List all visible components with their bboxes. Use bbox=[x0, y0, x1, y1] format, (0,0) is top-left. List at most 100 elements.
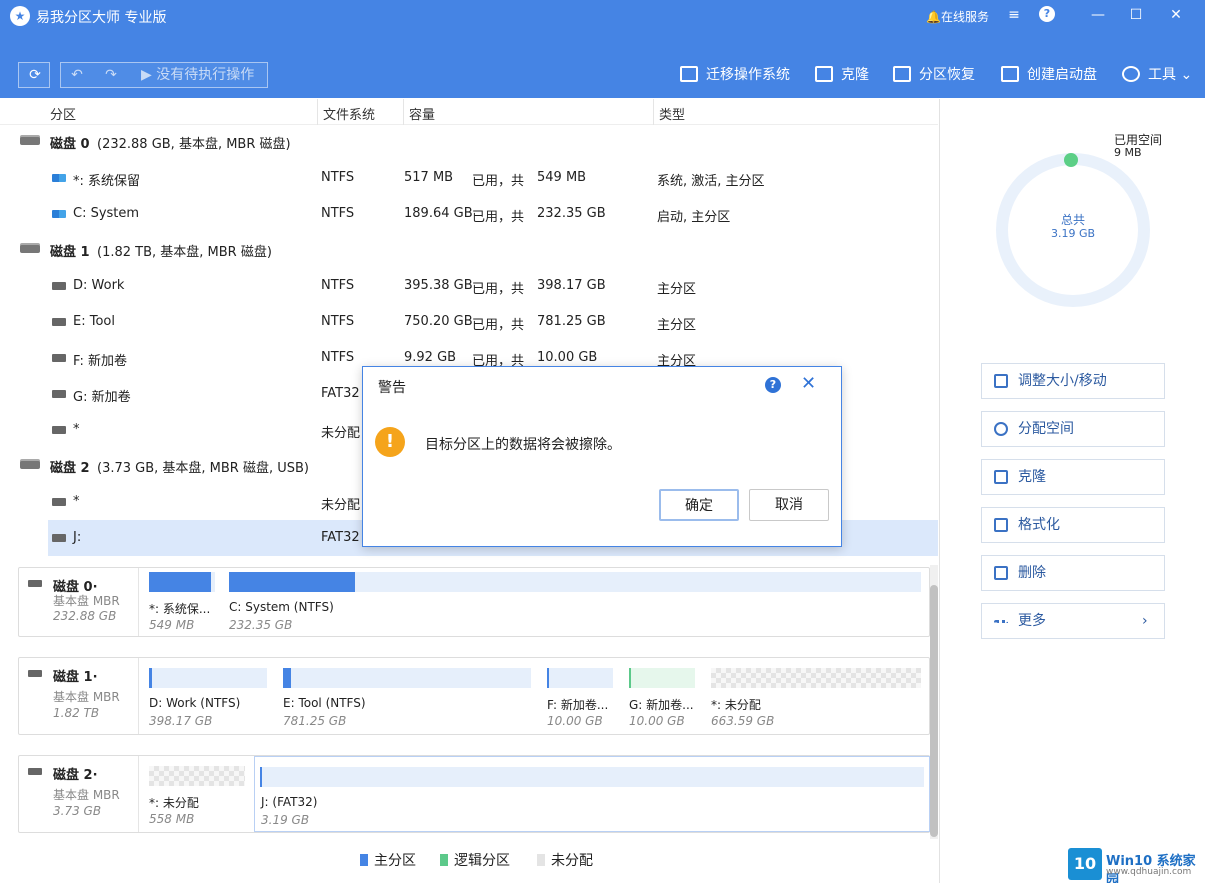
ok-button[interactable]: 确定 bbox=[659, 489, 739, 521]
map-partition[interactable]: *: 未分配 663.59 GB bbox=[711, 666, 921, 732]
table-row[interactable]: E: Tool NTFS 750.20 GB 已用，共 781.25 GB 主分… bbox=[0, 304, 938, 340]
disk-map-info[interactable]: 磁盘 1· 基本盘 MBR 1.82 TB bbox=[19, 658, 139, 734]
partition-icon bbox=[52, 390, 66, 398]
map-partition[interactable]: F: 新加卷... 10.00 GB bbox=[547, 666, 615, 732]
pending-operations-button[interactable]: ▶ 没有待执行操作 bbox=[141, 63, 254, 87]
usage-fill bbox=[149, 668, 152, 688]
col-capacity[interactable]: 容量 bbox=[409, 104, 435, 123]
disk-map-info[interactable]: 磁盘 2· 基本盘 MBR 3.73 GB bbox=[19, 756, 139, 832]
total-label: 总共 bbox=[1060, 213, 1085, 227]
unallocated-bar bbox=[149, 766, 245, 786]
partition-used-of: 已用，共 bbox=[472, 318, 525, 333]
cancel-button[interactable]: 取消 bbox=[749, 489, 829, 521]
refresh-button[interactable]: ⟳ bbox=[18, 62, 50, 88]
clone-partition-button[interactable]: 克隆 bbox=[981, 459, 1165, 495]
disk-map-info[interactable]: 磁盘 0· 基本盘 MBR 232.88 GB bbox=[19, 568, 139, 636]
clone-label: 克隆 bbox=[841, 67, 869, 83]
map-scrollbar[interactable] bbox=[930, 565, 938, 839]
usage-bar bbox=[149, 572, 215, 592]
windows-partition-icon bbox=[52, 174, 66, 182]
map-partition-selected[interactable]: J: (FAT32) 3.19 GB bbox=[254, 756, 930, 832]
disk-row[interactable]: 磁盘 0 (232.88 GB, 基本盘, MBR 磁盘) bbox=[0, 123, 938, 159]
wrench-icon bbox=[1122, 66, 1140, 82]
map-partition[interactable]: G: 新加卷... 10.00 GB bbox=[629, 666, 697, 732]
windows-icon bbox=[1001, 66, 1019, 82]
table-row[interactable]: *: 系统保留 NTFS 517 MB 已用，共 549 MB 系统, 激活, … bbox=[0, 160, 938, 196]
scroll-thumb[interactable] bbox=[930, 585, 938, 837]
migrate-os-button[interactable]: 迁移操作系统 bbox=[680, 64, 790, 86]
help-icon[interactable]: ? bbox=[1039, 6, 1055, 22]
dialog-title: 警告 bbox=[378, 380, 406, 396]
warning-dialog: 警告 ? ✕ ! 目标分区上的数据将会被擦除。 确定 取消 bbox=[362, 366, 842, 547]
usage-fill bbox=[547, 668, 549, 688]
map-partition-label: E: Tool (NTFS) bbox=[283, 696, 366, 710]
disk-name: 磁盘 1 bbox=[50, 245, 90, 260]
used-marker bbox=[1064, 153, 1078, 167]
table-row[interactable]: C: System NTFS 189.64 GB 已用，共 232.35 GB … bbox=[0, 196, 938, 232]
partition-used-of: 已用，共 bbox=[472, 282, 525, 297]
undo-icon[interactable]: ↶ bbox=[61, 63, 93, 87]
partition-total: 232.35 GB bbox=[537, 206, 606, 221]
legend-swatch bbox=[440, 854, 448, 866]
col-partition[interactable]: 分区 bbox=[50, 104, 76, 123]
map-partition[interactable]: E: Tool (NTFS) 781.25 GB bbox=[281, 666, 533, 732]
partition-fs: 未分配 bbox=[321, 426, 361, 441]
used-space-value: 9 MB bbox=[1114, 146, 1142, 159]
watermark-logo: 10 bbox=[1068, 848, 1102, 880]
disk-row[interactable]: 磁盘 1 (1.82 TB, 基本盘, MBR 磁盘) bbox=[0, 231, 938, 267]
help-icon[interactable]: ? bbox=[765, 377, 781, 393]
usage-fill bbox=[629, 668, 631, 688]
map-partition[interactable]: D: Work (NTFS) 398.17 GB bbox=[147, 666, 267, 732]
map-partition-label: *: 未分配 bbox=[149, 796, 199, 810]
map-partition-size: 549 MB bbox=[149, 618, 195, 632]
map-partition-label: D: Work (NTFS) bbox=[149, 696, 241, 710]
disk-icon bbox=[20, 137, 40, 145]
map-partition-size: 781.25 GB bbox=[283, 714, 347, 728]
disk-map-name: 磁盘 1· bbox=[53, 670, 98, 685]
minimize-button[interactable]: — bbox=[1083, 4, 1113, 26]
map-partition[interactable]: C: System (NTFS) 232.35 GB bbox=[227, 570, 921, 636]
create-boot-disk-button[interactable]: 创建启动盘 bbox=[1001, 64, 1097, 86]
more-button[interactable]: 更多 › bbox=[981, 603, 1165, 639]
disk-map-size: 3.73 GB bbox=[53, 804, 102, 818]
disk-icon bbox=[28, 670, 42, 677]
dialog-message: 目标分区上的数据将会被擦除。 bbox=[425, 437, 621, 453]
col-type[interactable]: 类型 bbox=[659, 104, 685, 123]
clone-button[interactable]: 克隆 bbox=[815, 64, 869, 86]
disk-desc: (3.73 GB, 基本盘, MBR 磁盘, USB) bbox=[97, 461, 309, 476]
partition-used-of: 已用，共 bbox=[472, 174, 525, 189]
disk-map-type: 基本盘 MBR bbox=[53, 690, 120, 704]
map-partition-label: F: 新加卷... bbox=[547, 698, 609, 712]
disk-icon bbox=[20, 461, 40, 469]
close-window-button[interactable]: ✕ bbox=[1161, 4, 1191, 26]
partition-icon bbox=[52, 426, 66, 434]
disk-map-type: 基本盘 MBR bbox=[53, 788, 120, 802]
allocate-space-label: 分配空间 bbox=[1018, 421, 1074, 437]
create-boot-disk-label: 创建启动盘 bbox=[1027, 67, 1097, 83]
tools-menu-button[interactable]: 工具 ⌄ bbox=[1122, 64, 1192, 86]
map-partition[interactable]: *: 系统保... 549 MB bbox=[147, 570, 215, 636]
tools-label: 工具 bbox=[1148, 67, 1176, 83]
format-button[interactable]: 格式化 bbox=[981, 507, 1165, 543]
allocate-space-button[interactable]: 分配空间 bbox=[981, 411, 1165, 447]
delete-button[interactable]: 删除 bbox=[981, 555, 1165, 591]
table-row[interactable]: D: Work NTFS 395.38 GB 已用，共 398.17 GB 主分… bbox=[0, 268, 938, 304]
partition-total: 398.17 GB bbox=[537, 278, 606, 293]
redo-icon[interactable]: ↷ bbox=[95, 63, 127, 87]
app-title: 易我分区大师 专业版 bbox=[36, 10, 167, 26]
partition-name: * bbox=[73, 422, 80, 437]
partition-name: C: System bbox=[73, 206, 140, 221]
partition-name: G: 新加卷 bbox=[73, 390, 131, 405]
partition-recovery-button[interactable]: 分区恢复 bbox=[893, 64, 975, 86]
map-partition-size: 558 MB bbox=[149, 812, 195, 826]
menu-icon[interactable]: ≡ bbox=[999, 4, 1029, 26]
col-filesystem[interactable]: 文件系统 bbox=[323, 104, 375, 123]
maximize-button[interactable]: ☐ bbox=[1121, 4, 1151, 26]
close-icon[interactable]: ✕ bbox=[801, 373, 816, 394]
resize-move-button[interactable]: 调整大小/移动 bbox=[981, 363, 1165, 399]
map-partition[interactable]: *: 未分配 558 MB bbox=[147, 764, 247, 830]
partition-used: 395.38 GB bbox=[404, 278, 473, 293]
online-service-button[interactable]: 🔔在线服务 bbox=[926, 8, 989, 25]
unallocated-bar bbox=[711, 668, 921, 688]
format-label: 格式化 bbox=[1018, 517, 1060, 533]
